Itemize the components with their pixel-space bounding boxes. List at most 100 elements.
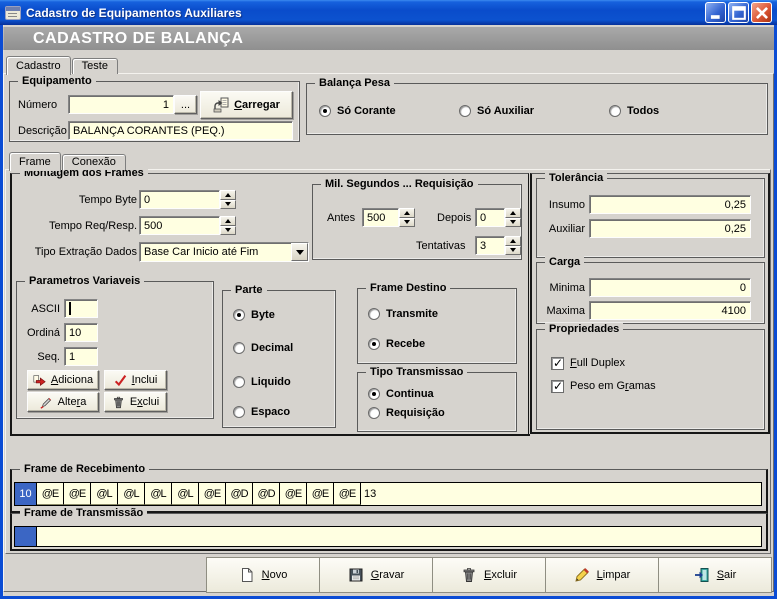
main-tabs: Cadastro Teste: [6, 55, 119, 74]
spin-up-icon[interactable]: [399, 208, 415, 218]
carregar-button[interactable]: Carregar: [200, 91, 293, 119]
minimize-button[interactable]: [705, 2, 726, 23]
tail-byte-value[interactable]: 13: [361, 483, 376, 505]
inclui-button[interactable]: Inclui: [104, 370, 167, 390]
radio-button-icon: [368, 308, 380, 320]
inclui-label: Inclui: [132, 374, 158, 386]
tolerancia-legend: Tolerância: [545, 172, 607, 185]
radio-decimal[interactable]: Decimal: [233, 341, 293, 355]
numero-field[interactable]: 1: [68, 95, 174, 114]
insumo-label: Insumo: [543, 199, 585, 212]
radio-recebe[interactable]: Recebe: [368, 337, 425, 351]
tempo-byte-field[interactable]: 0: [139, 190, 220, 209]
spin-up-icon[interactable]: [220, 216, 236, 226]
spin-down-icon[interactable]: [220, 226, 236, 236]
radio-todos[interactable]: Todos: [609, 104, 659, 118]
minima-field[interactable]: 0: [589, 278, 751, 297]
app-window: Cadastro de Equipamentos Auxiliares CADA…: [0, 0, 777, 599]
tentativas-spinner[interactable]: [505, 236, 521, 255]
antes-field[interactable]: 500: [362, 208, 399, 227]
gravar-button[interactable]: Gravar: [319, 557, 433, 593]
spin-down-icon[interactable]: [399, 218, 415, 228]
tempo-byte-spinner[interactable]: [220, 190, 236, 209]
spin-down-icon[interactable]: [505, 218, 521, 228]
seq-field[interactable]: 1: [64, 347, 98, 366]
mil-segundos-group: Mil. Segundos ... Requisição Antes 500 D…: [312, 184, 522, 260]
close-button[interactable]: [751, 2, 772, 23]
checkbox-peso-gramas[interactable]: Peso em Gramas: [551, 379, 656, 393]
sair-button[interactable]: Sair: [658, 557, 772, 593]
checkbox-label: Peso em Gramas: [570, 380, 656, 392]
gravar-label: Gravar: [371, 569, 405, 581]
spin-up-icon[interactable]: [220, 190, 236, 200]
ordina-field[interactable]: 10: [64, 323, 98, 342]
carga-group: Carga Minima 0 Maxima 4100: [536, 262, 765, 324]
radio-byte[interactable]: Byte: [233, 308, 275, 322]
radio-transmite[interactable]: Transmite: [368, 307, 438, 321]
empty-byte-area[interactable]: [376, 483, 761, 505]
parametros-group: Parametros Variaveis ASCII Ordiná 10 Seq…: [16, 281, 214, 419]
tipo-extracao-dropdown[interactable]: Base Car Inicio até Fim: [139, 242, 309, 262]
insumo-field[interactable]: 0,25: [589, 195, 751, 214]
tentativas-field[interactable]: 3: [475, 236, 505, 255]
radio-so-auxiliar[interactable]: Só Auxiliar: [459, 104, 534, 118]
ascii-field[interactable]: [64, 299, 98, 318]
radio-espaco[interactable]: Espaco: [233, 405, 290, 419]
frame-byte-cell[interactable]: @E: [280, 483, 307, 505]
frame-byte-cell[interactable]: @L: [91, 483, 118, 505]
frame-byte-cell[interactable]: @L: [172, 483, 199, 505]
depois-spinner[interactable]: [505, 208, 521, 227]
frame-byte-cell[interactable]: @E: [37, 483, 64, 505]
selected-byte-cell[interactable]: 10: [15, 483, 37, 505]
radio-continua[interactable]: Continua: [368, 387, 434, 401]
frame-byte-cell[interactable]: @D: [226, 483, 253, 505]
tempo-req-field[interactable]: 500: [139, 216, 220, 235]
frame-byte-cell[interactable]: @L: [118, 483, 145, 505]
frame-byte-cell[interactable]: @E: [334, 483, 361, 505]
recebimento-byte-strip: 10 @E@E@L@L@L@L@E@D@D@E@E@E 13: [14, 482, 762, 506]
selected-byte-cell[interactable]: [15, 527, 37, 546]
dropdown-arrow-icon[interactable]: [291, 243, 308, 261]
limpar-button[interactable]: Limpar: [545, 557, 659, 593]
frame-byte-cell[interactable]: @E: [64, 483, 91, 505]
dropdown-value: Base Car Inicio até Fim: [144, 246, 291, 258]
maxima-field[interactable]: 4100: [589, 301, 751, 320]
radio-liquido[interactable]: Liquido: [233, 375, 291, 389]
titlebar[interactable]: Cadastro de Equipamentos Auxiliares: [0, 0, 777, 25]
spin-down-icon[interactable]: [505, 246, 521, 256]
tab-conexao[interactable]: Conexão: [62, 154, 126, 170]
propriedades-legend: Propriedades: [545, 323, 623, 336]
maximize-button[interactable]: [728, 2, 749, 23]
adiciona-button[interactable]: Adiciona: [27, 370, 99, 390]
tempo-req-spinner[interactable]: [220, 216, 236, 235]
tab-cadastro[interactable]: Cadastro: [6, 56, 71, 75]
browse-button[interactable]: ...: [174, 95, 197, 114]
depois-field[interactable]: 0: [475, 208, 505, 227]
novo-button[interactable]: Novo: [206, 557, 320, 593]
exclui-button[interactable]: Exclui: [104, 392, 167, 412]
tab-teste[interactable]: Teste: [72, 58, 118, 74]
altera-button[interactable]: Altera: [27, 392, 99, 412]
radio-so-corante[interactable]: Só Corante: [319, 104, 396, 118]
propriedades-group: Propriedades Full Duplex Peso em Gramas: [536, 329, 765, 430]
radio-label: Só Corante: [337, 105, 396, 117]
frame-byte-cell[interactable]: @D: [253, 483, 280, 505]
tab-frame[interactable]: Frame: [9, 152, 61, 171]
spin-down-icon[interactable]: [220, 200, 236, 210]
empty-byte-area[interactable]: [37, 527, 761, 546]
frame-byte-cell[interactable]: @L: [145, 483, 172, 505]
frame-byte-cell[interactable]: @E: [199, 483, 226, 505]
parametros-legend: Parametros Variaveis: [25, 275, 144, 288]
radio-requisicao[interactable]: Requisição: [368, 406, 445, 420]
excluir-button[interactable]: Excluir: [432, 557, 546, 593]
auxiliar-field[interactable]: 0,25: [589, 219, 751, 238]
excluir-label: Excluir: [484, 569, 517, 581]
spin-up-icon[interactable]: [505, 208, 521, 218]
load-icon: [213, 97, 229, 113]
descricao-field[interactable]: BALANÇA CORANTES (PEQ.): [68, 121, 293, 140]
antes-spinner[interactable]: [399, 208, 415, 227]
checkbox-full-duplex[interactable]: Full Duplex: [551, 356, 625, 370]
spin-up-icon[interactable]: [505, 236, 521, 246]
frame-byte-cell[interactable]: @E: [307, 483, 334, 505]
mil-segundos-legend: Mil. Segundos ... Requisição: [321, 178, 478, 191]
